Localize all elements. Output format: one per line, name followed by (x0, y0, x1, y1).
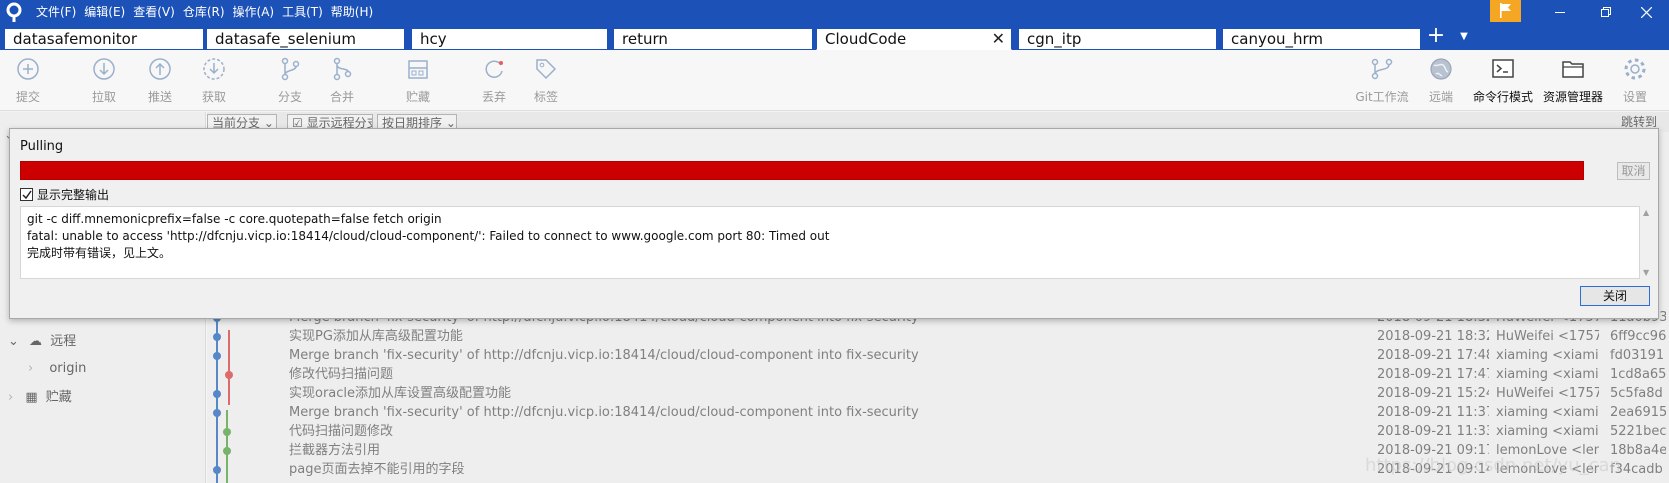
tab-label: canyou_hrm (1231, 30, 1324, 48)
folder-icon (1562, 61, 1584, 78)
restore-icon (1601, 7, 1611, 17)
menu-help[interactable]: 帮助(H) (331, 0, 381, 24)
output-line: fatal: unable to access 'http://dfcnju.v… (27, 229, 830, 243)
minimize-button[interactable] (1537, 0, 1583, 24)
settings-label: 设置 (1622, 90, 1647, 104)
push-label: 推送 (147, 90, 172, 104)
minimize-icon (1555, 12, 1565, 13)
merge-label: 合并 (329, 90, 354, 104)
remote-label: 远端 (1428, 90, 1453, 104)
tab-datasafemonitor[interactable]: datasafemonitor (4, 28, 204, 50)
tab-list-dropdown[interactable]: ▼ (1456, 26, 1472, 48)
main-toolbar: 提交 拉取 推送 获取 分支 合并 贮藏 丢弃 标签 Git工作流 远端 命令行… (0, 50, 1669, 111)
menu-repository[interactable]: 仓库(R) (183, 0, 233, 24)
fetch-button[interactable]: 获取 (186, 56, 242, 106)
fetch-label: 获取 (201, 90, 226, 104)
show-full-output-checkbox[interactable] (20, 187, 33, 201)
menu-bar: 文件(F) 编辑(E) 查看(V) 仓库(R) 操作(A) 工具(T) 帮助(H… (36, 0, 381, 24)
commit-icon (17, 58, 39, 80)
output-log[interactable]: git -c diff.mnemonicprefix=false -c core… (20, 206, 1640, 279)
push-icon (149, 58, 171, 80)
remote-button[interactable]: 远端 (1413, 56, 1469, 106)
menu-view[interactable]: 查看(V) (133, 0, 183, 24)
tag-label: 标签 (533, 90, 558, 104)
tab-label: datasafemonitor (13, 30, 137, 48)
discard-label: 丢弃 (481, 90, 506, 104)
tab-close-icon[interactable]: ✕ (992, 29, 1005, 49)
pull-label: 拉取 (91, 90, 116, 104)
git-flow-label: Git工作流 (1355, 90, 1409, 104)
tab-cgn-itp[interactable]: cgn_itp (1018, 28, 1217, 50)
git-flow-button[interactable]: Git工作流 (1352, 56, 1412, 106)
menu-actions[interactable]: 操作(A) (233, 0, 283, 24)
globe-icon (1430, 58, 1452, 80)
tab-cloudcode[interactable]: CloudCode ✕ (816, 28, 1012, 50)
explorer-button[interactable]: 资源管理器 (1538, 56, 1608, 106)
flag-icon (1500, 3, 1511, 18)
dialog-title: Pulling (20, 139, 64, 154)
tab-label: return (622, 30, 668, 48)
gear-icon (1624, 58, 1646, 80)
tab-datasafe-selenium[interactable]: datasafe_selenium (206, 28, 405, 50)
output-line: 完成时带有错误，见上文。 (27, 246, 172, 260)
tab-return[interactable]: return (613, 28, 813, 50)
commit-label: 提交 (15, 90, 40, 104)
branch-icon (281, 57, 300, 81)
close-window-button[interactable] (1623, 0, 1669, 24)
tab-label: CloudCode (825, 30, 907, 48)
output-line: git -c diff.mnemonicprefix=false -c core… (27, 212, 442, 226)
tab-label: hcy (420, 30, 447, 48)
git-flow-icon (1371, 58, 1393, 80)
add-tab-button[interactable]: + (1425, 23, 1447, 48)
notification-flag-button[interactable] (1490, 0, 1521, 22)
stash-button[interactable]: 贮藏 (390, 56, 446, 106)
scroll-down-icon[interactable]: ▼ (1643, 268, 1649, 277)
fetch-icon (203, 58, 225, 80)
show-full-output-label: 显示完整输出 (37, 187, 110, 202)
pull-icon (93, 58, 115, 80)
terminal-button[interactable]: 命令行模式 (1468, 56, 1538, 106)
menu-tools[interactable]: 工具(T) (282, 0, 331, 24)
tab-canyou-hrm[interactable]: canyou_hrm (1222, 28, 1421, 50)
push-button[interactable]: 推送 (132, 56, 188, 106)
tab-label: cgn_itp (1027, 30, 1082, 48)
plus-icon: + (1426, 23, 1446, 48)
explorer-label: 资源管理器 (1542, 90, 1603, 104)
settings-button[interactable]: 设置 (1607, 56, 1663, 106)
discard-icon (485, 60, 503, 78)
menu-edit[interactable]: 编辑(E) (84, 0, 133, 24)
tab-label: datasafe_selenium (215, 30, 357, 48)
pull-button[interactable]: 拉取 (76, 56, 132, 106)
title-bar: 文件(F) 编辑(E) 查看(V) 仓库(R) 操作(A) 工具(T) 帮助(H… (0, 0, 1669, 24)
output-scrollbar[interactable]: ▲ ▼ (1640, 206, 1654, 279)
close-button[interactable]: 关闭 (1580, 286, 1650, 306)
tab-hcy[interactable]: hcy (411, 28, 608, 50)
stash-label: 贮藏 (405, 90, 430, 104)
close-icon (1640, 6, 1652, 18)
sourcetree-logo-icon (6, 2, 22, 22)
terminal-label: 命令行模式 (1472, 90, 1533, 104)
commit-button[interactable]: 提交 (0, 56, 56, 106)
menu-file[interactable]: 文件(F) (36, 0, 84, 24)
show-full-output-row[interactable]: 显示完整输出 (20, 186, 109, 202)
scroll-up-icon[interactable]: ▲ (1643, 208, 1649, 217)
branch-button[interactable]: 分支 (262, 56, 318, 106)
caret-down-icon: ▼ (1460, 31, 1468, 42)
merge-button[interactable]: 合并 (314, 56, 370, 106)
cancel-button[interactable]: 取消 (1617, 162, 1650, 180)
stash-icon (408, 60, 428, 79)
checkmark-icon (22, 190, 32, 199)
merge-icon (333, 57, 352, 81)
discard-button[interactable]: 丢弃 (466, 56, 522, 106)
tag-icon (536, 59, 557, 80)
terminal-icon (1492, 59, 1514, 78)
repository-tab-bar: datasafemonitor datasafe_selenium hcy re… (0, 24, 1669, 50)
pulling-dialog: Pulling 取消 显示完整输出 git -c diff.mnemonicpr… (9, 128, 1659, 319)
progress-bar (20, 161, 1584, 180)
branch-label: 分支 (277, 90, 302, 104)
tag-button[interactable]: 标签 (518, 56, 574, 106)
